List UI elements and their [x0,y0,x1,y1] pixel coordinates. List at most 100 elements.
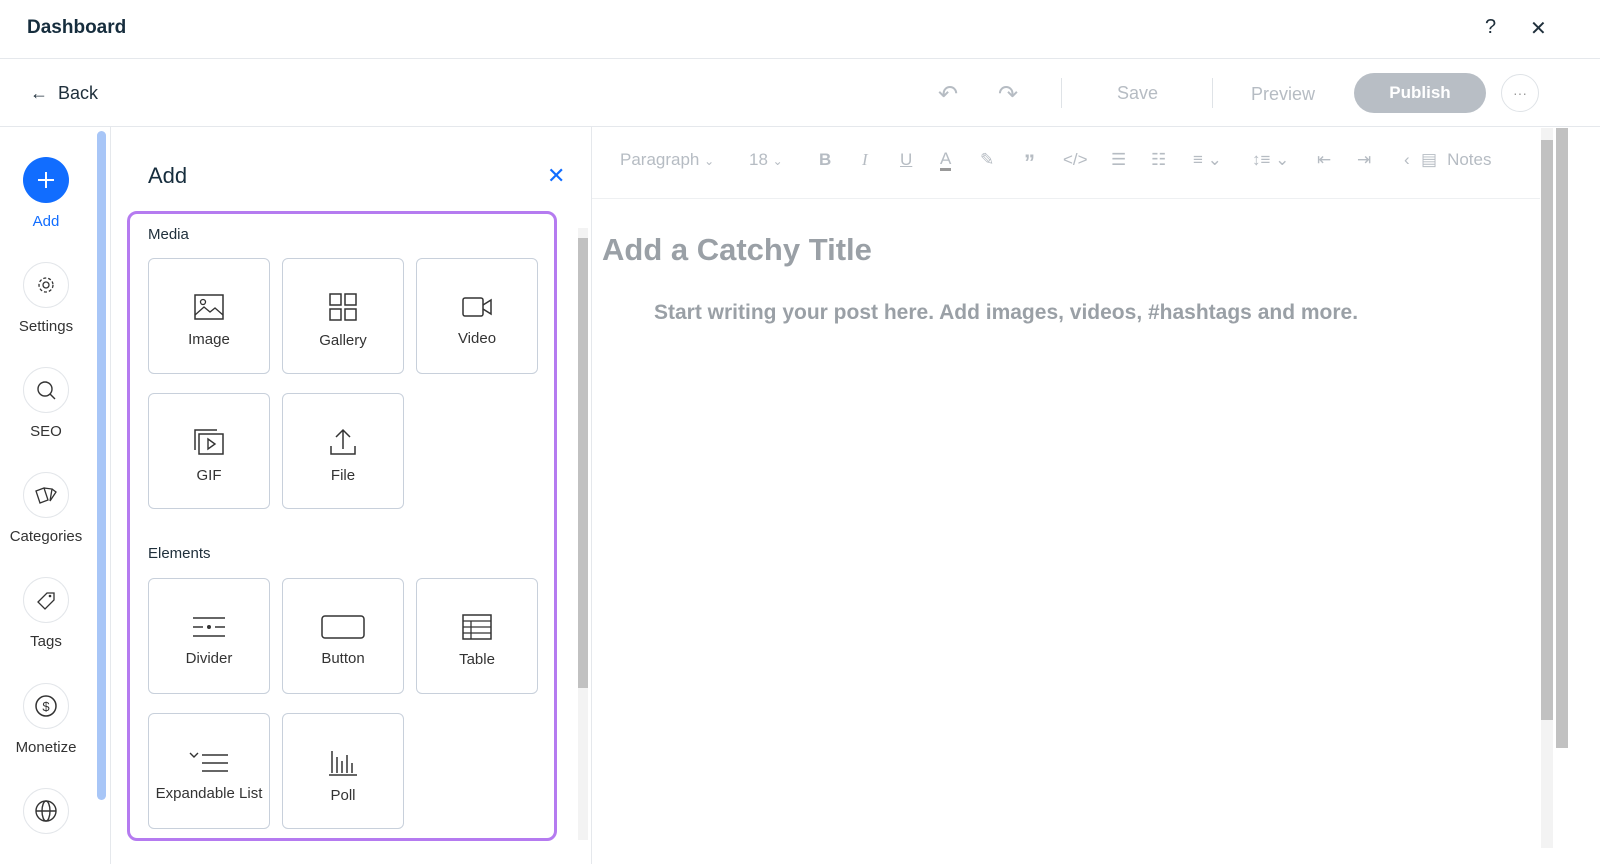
divider-icon [193,616,225,637]
tile-label: Video [457,329,497,347]
tile-label: Poll [330,786,356,804]
bold-icon[interactable]: B [819,150,831,170]
add-poll-tile[interactable]: Poll [282,713,404,829]
paragraph-style-dropdown[interactable]: Paragraph ⌄ [620,150,714,170]
tile-label: Button [321,649,365,667]
decrease-indent-icon[interactable]: ⇤ [1317,150,1331,170]
expandable-list-icon [189,752,228,772]
upload-icon [330,428,356,455]
save-button[interactable]: Save [1117,83,1158,104]
sidebar-item-label: Tags [30,633,62,650]
media-heading: Media [148,226,189,243]
post-title-input[interactable]: Add a Catchy Title [602,232,872,268]
add-table-tile[interactable]: Table [416,578,538,694]
publish-button[interactable]: Publish [1354,73,1486,113]
gallery-icon [329,292,357,321]
increase-indent-icon[interactable]: ⇥ [1357,150,1371,170]
sidebar-item-tags[interactable]: Tags [0,577,92,650]
divider [591,127,592,864]
preview-button[interactable]: Preview [1251,84,1315,105]
categories-icon [23,472,69,518]
paragraph-style-value: Paragraph [620,150,700,169]
sidebar-item-label: Add [32,213,60,230]
tile-label: Gallery [319,331,367,349]
divider [1212,78,1213,108]
undo-icon[interactable]: ↶ [938,80,958,109]
page-scrollbar-thumb[interactable] [1556,128,1568,748]
bulleted-list-icon[interactable]: ☷ [1151,150,1166,170]
dollar-icon: $ [23,683,69,729]
add-image-tile[interactable]: Image [148,258,270,374]
text-color-icon[interactable]: A [940,150,952,171]
page-title: Dashboard [27,17,127,38]
editor-scrollbar[interactable] [1541,128,1553,848]
code-icon[interactable]: </> [1063,150,1088,170]
sidebar-item-label: Monetize [15,739,77,756]
sidebar-item-categories[interactable]: Categories [0,472,92,545]
toolbar-divider [592,198,1540,199]
plus-icon [23,157,69,203]
divider [110,127,111,864]
panel-scrollbar-thumb[interactable] [578,238,588,688]
close-panel-icon[interactable]: ✕ [547,163,565,189]
sidebar-item-add[interactable]: Add [0,157,92,230]
tile-label: Table [459,650,495,668]
sidebar-item-settings[interactable]: Settings [0,262,92,335]
close-button[interactable]: ✕ [1530,16,1547,41]
add-video-tile[interactable]: Video [416,258,538,374]
search-icon [23,367,69,413]
add-gallery-tile[interactable]: Gallery [282,258,404,374]
divider [1061,78,1062,108]
highlight-icon[interactable]: ✎ [980,150,994,170]
font-size-dropdown[interactable]: 18 ⌄ [749,150,783,170]
video-icon [462,296,492,317]
sidebar-item-monetize[interactable]: $ Monetize [0,683,92,756]
sidebar-item-label: Categories [9,528,83,545]
italic-icon[interactable]: I [862,150,868,170]
add-button-tile[interactable]: Button [282,578,404,694]
align-icon[interactable]: ≡ ⌄ [1193,150,1222,170]
sidebar-item-label: Settings [18,318,74,335]
add-file-tile[interactable]: File [282,393,404,509]
sidebar-item-seo[interactable]: SEO [0,367,92,440]
sidebar-scrollbar[interactable] [97,131,106,800]
help-button[interactable]: ? [1485,16,1496,39]
tag-icon [23,577,69,623]
tile-label: Expandable List [155,784,263,802]
top-bar [0,0,1600,59]
editor-scrollbar-thumb[interactable] [1541,140,1553,720]
notes-label: Notes [1447,150,1492,169]
add-divider-tile[interactable]: Divider [148,578,270,694]
gear-icon [23,262,69,308]
add-expandable-list-tile[interactable]: Expandable List [148,713,270,829]
table-icon [462,613,492,640]
sidebar-item-label: SEO [30,423,62,440]
redo-icon[interactable]: ↷ [998,80,1018,109]
panel-title: Add [148,163,188,188]
chevron-left-icon[interactable]: ‹ [1404,150,1410,170]
poll-icon [329,750,357,776]
button-icon [321,614,365,639]
numbered-list-icon[interactable]: ☰ [1111,150,1126,170]
gif-icon [194,428,224,455]
more-actions-button[interactable]: ··· [1501,74,1539,112]
post-body-input[interactable]: Start writing your post here. Add images… [654,301,1358,325]
svg-text:$: $ [42,699,50,714]
tile-label: Image [188,330,230,348]
notes-button[interactable]: ▤ Notes [1421,150,1491,170]
elements-heading: Elements [148,545,211,562]
notes-icon: ▤ [1421,150,1438,169]
font-size-value: 18 [749,150,768,169]
image-icon [194,293,224,320]
chevron-down-icon: ⌄ [772,154,783,168]
back-label: Back [58,83,99,103]
tile-label: Divider [185,649,233,667]
underline-icon[interactable]: U [900,150,912,170]
line-spacing-icon[interactable]: ↕≡ ⌄ [1252,150,1289,170]
tile-label: File [330,466,356,484]
panel-scrollbar[interactable] [578,228,588,840]
quote-icon[interactable]: ” [1024,150,1035,176]
add-gif-tile[interactable]: GIF [148,393,270,509]
back-button[interactable]: ← Back [30,83,98,104]
sidebar-item-language[interactable] [0,788,92,834]
